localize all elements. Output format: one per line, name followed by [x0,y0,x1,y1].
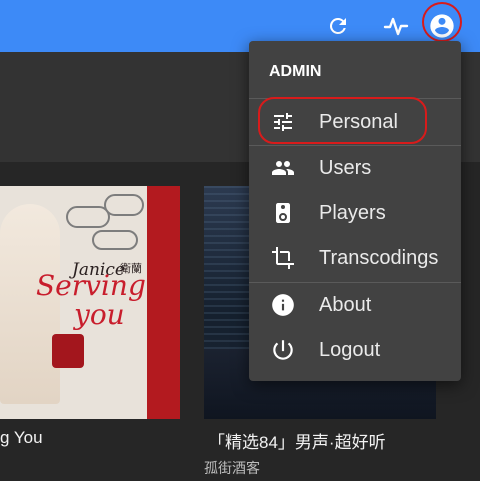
power-icon [269,336,297,364]
activity-icon[interactable] [378,8,414,44]
menu-item-label: Personal [319,111,398,133]
menu-divider [249,98,461,99]
album-title[interactable]: g You [0,428,43,448]
album-artist[interactable]: 孤街酒客 [204,458,260,478]
cover-title-line1: Serving [36,269,146,302]
menu-item-label: Logout [319,339,381,361]
menu-item-transcodings[interactable]: Transcodings [249,236,461,280]
app-window: Janice 衛蘭 Serving you g You 「精选84」男声·超好听… [0,0,480,481]
menu-item-label: Players [319,202,386,224]
speaker-icon [269,199,297,227]
account-highlight-ring [422,2,462,42]
user-menu: ADMIN Personal Users Players Transcoding… [249,41,461,381]
cloud-doodle [66,206,110,228]
menu-item-label: About [319,294,372,316]
cloud-doodle [104,194,144,216]
menu-item-label: Transcodings [319,247,439,269]
refresh-icon[interactable] [320,8,356,44]
artist-figure [0,204,60,404]
crop-rotate-icon [269,244,297,272]
cover-title-line2: you [74,298,125,331]
suitcase-image [52,334,84,368]
menu-item-logout[interactable]: Logout [249,328,461,372]
menu-item-users[interactable]: Users [249,146,461,190]
menu-item-label: Users [319,157,372,179]
album-title[interactable]: 「精选84」男声·超好听 [208,428,386,453]
menu-item-personal[interactable]: Personal [249,100,461,144]
menu-header: ADMIN [269,63,322,80]
info-icon [269,291,297,319]
people-icon [269,154,297,182]
cover-red-strip [147,186,180,419]
menu-item-about[interactable]: About [249,283,461,327]
cloud-doodle [92,230,138,250]
menu-item-players[interactable]: Players [249,191,461,235]
album-cover[interactable]: Janice 衛蘭 Serving you [0,186,180,419]
tune-sliders-icon [269,108,297,136]
